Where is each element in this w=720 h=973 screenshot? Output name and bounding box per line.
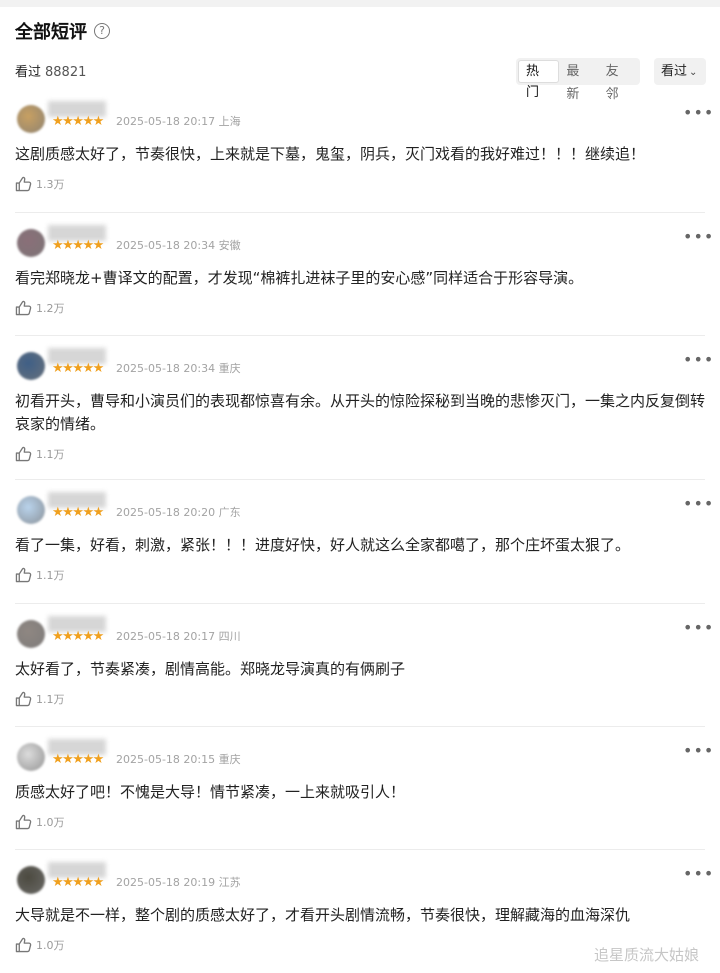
seen-label: 看过 (15, 65, 42, 80)
comment-meta: 2025-05-18 20:34 重庆 (116, 362, 241, 376)
thumbs-up-icon (15, 176, 32, 192)
comment-meta: 2025-05-18 20:20 广东 (116, 506, 241, 520)
avatar[interactable] (17, 496, 45, 524)
comment-meta: 2025-05-18 20:17 四川 (116, 630, 241, 644)
chevron-down-icon: ⌄ (689, 67, 698, 78)
comment-text: 看完郑晓龙+曹译文的配置，才发现“棉裤扎进袜子里的安心感”同样适合于形容导演。 (15, 269, 584, 287)
like-count: 1.1万 (36, 448, 65, 461)
comment-text: 大导就是不一样，整个剧的质感太好了，才看开头剧情流畅，节奏很快，理解藏海的血海深… (15, 906, 631, 924)
comment-meta: 2025-05-18 20:17 上海 (116, 115, 241, 129)
rating-stars: ★★★★★ (52, 361, 104, 376)
thumbs-up-icon (15, 691, 32, 707)
thumbs-up-icon (15, 446, 32, 462)
comment-time: 2025-05-18 20:19 (116, 876, 216, 889)
watermark: 追星质流大姑娘 (594, 946, 700, 964)
top-divider-strip (0, 0, 720, 7)
thumbs-up-icon (15, 814, 32, 830)
comment-location: 四川 (218, 630, 241, 643)
comment-meta: 2025-05-18 20:34 安徽 (116, 239, 241, 253)
comment-meta: 2025-05-18 20:19 江苏 (116, 876, 241, 890)
comment-location: 江苏 (218, 876, 241, 889)
tab-friends[interactable]: 友邻 (599, 60, 638, 102)
like-count: 1.1万 (36, 569, 65, 582)
like-count: 1.3万 (36, 178, 65, 191)
like-button[interactable]: 1.0万 (15, 814, 65, 830)
comment-location: 安徽 (218, 239, 241, 252)
comment-time: 2025-05-18 20:34 (116, 239, 216, 252)
comment-time: 2025-05-18 20:17 (116, 115, 216, 128)
filter-label: 看过 (661, 64, 688, 79)
more-options-icon[interactable]: ••• (683, 352, 714, 368)
more-options-icon[interactable]: ••• (683, 743, 714, 759)
comment-time: 2025-05-18 20:34 (116, 362, 216, 375)
like-button[interactable]: 1.1万 (15, 691, 65, 707)
rating-stars: ★★★★★ (52, 875, 104, 890)
avatar[interactable] (17, 620, 45, 648)
comment-text: 看了一集，好看，刺激，紧张！！！进度好快，好人就这么全家都噶了，那个庄坏蛋太狠了… (15, 536, 631, 554)
seen-number: 88821 (45, 65, 87, 80)
rating-stars: ★★★★★ (52, 114, 104, 129)
like-button[interactable]: 1.3万 (15, 176, 65, 192)
comment-divider (15, 479, 705, 480)
page-title-text: 全部短评 (15, 22, 87, 43)
like-button[interactable]: 1.1万 (15, 567, 65, 583)
comment-location: 重庆 (218, 362, 241, 375)
like-count: 1.1万 (36, 693, 65, 706)
tab-hot[interactable]: 热门 (518, 60, 560, 100)
comment-time: 2025-05-18 20:20 (116, 506, 216, 519)
avatar[interactable] (17, 866, 45, 894)
more-options-icon[interactable]: ••• (683, 496, 714, 512)
like-button[interactable]: 1.1万 (15, 446, 65, 462)
like-count: 1.0万 (36, 816, 65, 829)
thumbs-up-icon (15, 300, 32, 316)
comment-text: 质感太好了吧！不愧是大导！情节紧凑，一上来就吸引人！ (15, 783, 406, 801)
rating-stars: ★★★★★ (52, 505, 104, 520)
like-count: 1.2万 (36, 302, 65, 315)
like-count: 1.0万 (36, 939, 65, 952)
comment-time: 2025-05-18 20:15 (116, 753, 216, 766)
rating-stars: ★★★★★ (52, 752, 104, 767)
avatar[interactable] (17, 743, 45, 771)
thumbs-up-icon (15, 567, 32, 583)
page-title: 全部短评 ? (15, 18, 110, 44)
comment-divider (15, 849, 705, 850)
comment-divider (15, 335, 705, 336)
more-options-icon[interactable]: ••• (683, 229, 714, 245)
avatar[interactable] (17, 352, 45, 380)
sort-tabs: 热门 最新 友邻 (516, 58, 640, 102)
thumbs-up-icon (15, 937, 32, 953)
comment-location: 广东 (218, 506, 241, 519)
more-options-icon[interactable]: ••• (683, 620, 714, 636)
comment-text: 这剧质感太好了，节奏很快，上来就是下墓，鬼玺，阴兵，灭门戏看的我好难过！！！继续… (15, 145, 646, 163)
comment-location: 上海 (218, 115, 241, 128)
comment-divider (15, 726, 705, 727)
help-icon[interactable]: ? (94, 23, 110, 39)
rating-stars: ★★★★★ (52, 238, 104, 253)
like-button[interactable]: 1.0万 (15, 937, 65, 953)
comment-divider (15, 603, 705, 604)
avatar[interactable] (17, 105, 45, 133)
comment-time: 2025-05-18 20:17 (116, 630, 216, 643)
more-options-icon[interactable]: ••• (683, 105, 714, 121)
more-options-icon[interactable]: ••• (683, 866, 714, 882)
comment-divider (15, 212, 705, 213)
seen-count: 看过 88821 (15, 61, 86, 80)
like-button[interactable]: 1.2万 (15, 300, 65, 316)
watched-filter-dropdown[interactable]: 看过 ⌄ (654, 58, 706, 85)
comment-text: 初看开头，曹导和小演员们的表现都惊喜有余。从开头的惊险探秘到当晚的悲惨灭门，一集… (15, 392, 706, 433)
comment-location: 重庆 (218, 753, 241, 766)
comment-text: 太好看了，节奏紧凑，剧情高能。郑晓龙导演真的有俩刷子 (15, 660, 406, 678)
avatar[interactable] (17, 229, 45, 257)
comment-meta: 2025-05-18 20:15 重庆 (116, 753, 241, 767)
tab-latest[interactable]: 最新 (559, 60, 598, 102)
rating-stars: ★★★★★ (52, 629, 104, 644)
